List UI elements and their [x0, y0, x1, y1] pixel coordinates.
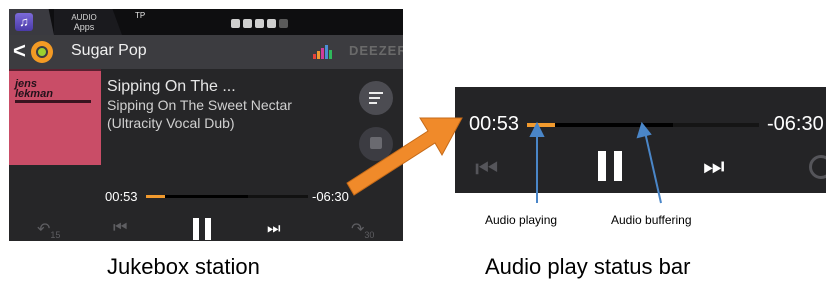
signal-icon: [231, 18, 240, 28]
pause-button-zoom[interactable]: [595, 151, 625, 181]
rewind-15-label: 15: [50, 230, 61, 241]
thumbs-up-button[interactable]: [359, 127, 393, 161]
audio-apps-label-2: Apps: [73, 22, 95, 32]
track-full-title: Sipping On The Sweet Nectar: [107, 97, 292, 113]
audio-apps-tab[interactable]: AUDIO Apps: [54, 9, 122, 35]
list-icon: [369, 92, 383, 107]
remaining-time-zoom: -06:30: [767, 113, 824, 135]
pause-button[interactable]: [191, 218, 213, 240]
played-bar-zoom: [527, 123, 555, 127]
back-arrow-icon[interactable]: <: [13, 38, 26, 64]
audio-buffering-label: Audio buffering: [611, 213, 692, 227]
music-note-icon: ♫: [15, 13, 33, 31]
battery-icon: [267, 18, 276, 28]
album-art-subtext: [15, 100, 91, 103]
audio-playing-label: Audio playing: [485, 213, 558, 227]
track-title: Sipping On The ...: [107, 78, 236, 95]
station-header: < Sugar Pop DEEZER: [9, 35, 403, 69]
played-bar: [146, 195, 166, 198]
music-app-tab[interactable]: ♫: [9, 9, 54, 35]
rewind-15-button[interactable]: ↶15: [37, 219, 60, 240]
queue-button[interactable]: [359, 81, 393, 115]
audio-apps-label-1: AUDIO: [71, 13, 97, 22]
album-art-stripe: [9, 69, 101, 71]
thumbs-up-icon: [370, 137, 382, 149]
deezer-bars-icon: [313, 45, 332, 59]
playback-controls: ↶15 ⏮ ⏭ ↷30: [9, 215, 403, 241]
service-logo: DEEZER: [349, 43, 403, 58]
remaining-time: -06:30: [312, 189, 349, 204]
track-version: (Ultracity Vocal Dub): [107, 115, 235, 131]
bluetooth-icon: [279, 18, 288, 28]
status-icons: [231, 17, 288, 29]
status-bar-zoom: 00:53 -06:30 ⏮ ⏭: [455, 87, 826, 193]
previous-icon[interactable]: ⏮: [113, 219, 127, 237]
phone-icon: [255, 18, 264, 28]
left-caption: Jukebox station: [107, 254, 260, 279]
repeat-icon-zoom[interactable]: [809, 155, 826, 179]
forward-30-button[interactable]: ↷30: [351, 219, 374, 240]
progress-bar-zoom[interactable]: [527, 123, 759, 127]
progress-bar[interactable]: [146, 195, 308, 198]
previous-icon-zoom[interactable]: ⏮: [475, 153, 498, 185]
settings-icon: [243, 18, 252, 28]
tp-indicator: TP: [135, 11, 146, 20]
station-logo-icon: [31, 41, 53, 63]
station-name: Sugar Pop: [71, 42, 147, 59]
status-bar: ♫ AUDIO Apps TP: [9, 9, 403, 35]
forward-30-label: 30: [364, 230, 375, 241]
right-caption: Audio play status bar: [485, 254, 691, 279]
next-icon[interactable]: ⏭: [267, 220, 281, 237]
elapsed-time-zoom: 00:53: [469, 113, 520, 135]
jukebox-screen: ♫ AUDIO Apps TP < Sugar Pop DEEZER jens: [9, 9, 403, 241]
album-art: jens lekman: [9, 69, 101, 165]
album-art-text-2: lekman: [15, 88, 53, 100]
elapsed-time: 00:53: [105, 189, 138, 204]
next-icon-zoom[interactable]: ⏭: [703, 153, 725, 181]
